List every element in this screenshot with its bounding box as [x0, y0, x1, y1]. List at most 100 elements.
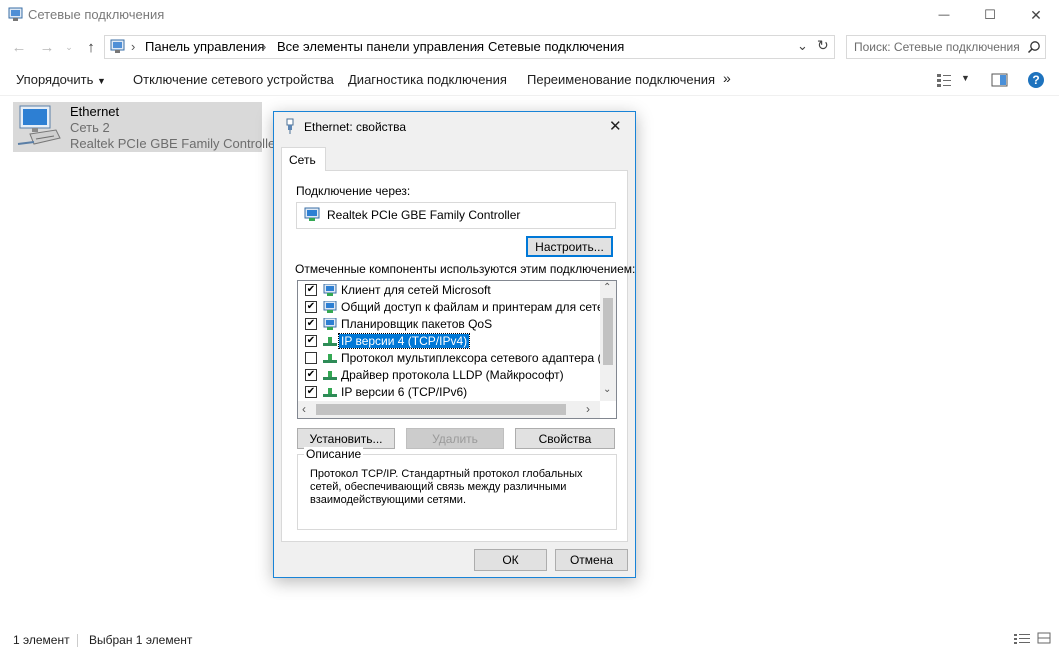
- horizontal-scrollbar[interactable]: ‹ ›: [298, 401, 600, 418]
- component-label: IP версии 6 (TCP/IPv6): [341, 385, 468, 399]
- component-label: Клиент для сетей Microsoft: [341, 283, 491, 297]
- protocol-icon: [323, 337, 337, 346]
- list-item[interactable]: ✔ IP версии 6 (TCP/IPv6): [298, 384, 600, 401]
- details-view-icon[interactable]: [1014, 633, 1030, 646]
- connection-name: Ethernet: [70, 104, 120, 119]
- search-input[interactable]: Поиск: Сетевые подключения: [846, 35, 1046, 59]
- configure-button[interactable]: Настроить...: [526, 236, 613, 257]
- rename-connection-button[interactable]: Переименование подключения: [527, 72, 715, 87]
- address-bar[interactable]: › Панель управления › Все элементы панел…: [104, 35, 835, 59]
- preview-pane-icon[interactable]: [991, 73, 1008, 87]
- description-title: Описание: [304, 447, 364, 461]
- diagnose-connection-button[interactable]: Диагностика подключения: [348, 72, 507, 87]
- recent-locations-chevron-icon[interactable]: ⌄: [62, 36, 76, 58]
- search-icon[interactable]: [1027, 40, 1041, 54]
- view-dropdown-arrow-icon[interactable]: ▼: [961, 73, 970, 83]
- ok-button[interactable]: ОК: [474, 549, 547, 571]
- properties-button[interactable]: Свойства: [515, 428, 615, 449]
- status-divider: [77, 634, 78, 647]
- install-button[interactable]: Установить...: [297, 428, 395, 449]
- adapter-name: Realtek PCIe GBE Family Controller: [327, 208, 521, 222]
- ethernet-connection-item[interactable]: Ethernet Сеть 2 Realtek PCIe GBE Family …: [13, 102, 280, 152]
- address-dropdown-chevron-icon[interactable]: ⌄: [797, 38, 808, 54]
- ethernet-properties-dialog: Ethernet: свойства ✕ Сеть Подключение че…: [273, 111, 636, 578]
- adapter-field: Realtek PCIe GBE Family Controller: [296, 202, 616, 229]
- cancel-button[interactable]: Отмена: [555, 549, 628, 571]
- ethernet-adapter-icon: [17, 105, 61, 145]
- description-group: Описание Протокол TCP/IP. Стандартный пр…: [297, 447, 617, 530]
- large-icons-view-icon[interactable]: [1037, 632, 1053, 646]
- close-window-button[interactable]: ✕: [1013, 0, 1059, 30]
- vertical-scrollbar[interactable]: ⌃ ⌄: [600, 281, 616, 401]
- component-label: Протокол мультиплексора сетевого адаптер…: [341, 351, 617, 365]
- network-adapter-icon: [304, 207, 320, 221]
- list-item[interactable]: Протокол мультиплексора сетевого адаптер…: [298, 350, 616, 367]
- up-arrow-icon[interactable]: ↑: [81, 36, 101, 58]
- refresh-icon[interactable]: ↻: [817, 37, 829, 54]
- component-checkbox[interactable]: ✔: [305, 386, 317, 398]
- list-item[interactable]: ✔ Общий доступ к файлам и принтерам для …: [298, 299, 616, 316]
- item-count: 1 элемент: [13, 633, 70, 647]
- list-item[interactable]: ✔ Планировщик пакетов QoS: [298, 316, 600, 333]
- breadcrumb-network-connections[interactable]: Сетевые подключения: [488, 39, 624, 54]
- disable-device-button[interactable]: Отключение сетевого устройства: [133, 72, 334, 87]
- list-item[interactable]: ✔ Клиент для сетей Microsoft: [298, 282, 600, 299]
- tab-network[interactable]: Сеть: [281, 147, 326, 171]
- network-service-icon: [323, 301, 337, 313]
- components-label: Отмеченные компоненты используются этим …: [295, 262, 636, 276]
- ethernet-plug-icon: [286, 118, 294, 134]
- more-commands-button[interactable]: »: [723, 70, 731, 86]
- maximize-button[interactable]: ☐: [967, 0, 1013, 30]
- network-tab-panel: Подключение через: Realtek PCIe GBE Fami…: [281, 170, 635, 542]
- change-view-icon[interactable]: [936, 73, 952, 87]
- component-label: Драйвер протокола LLDP (Майкрософт): [341, 368, 564, 382]
- components-list[interactable]: ✔ Клиент для сетей Microsoft ✔ Общий дос…: [297, 280, 617, 419]
- protocol-icon: [323, 388, 337, 397]
- component-checkbox[interactable]: [305, 352, 317, 364]
- description-text: Протокол TCP/IP. Стандартный протокол гл…: [310, 468, 583, 506]
- connect-using-label: Подключение через:: [296, 184, 411, 198]
- organize-button[interactable]: Упорядочить ▼: [16, 72, 106, 87]
- help-icon[interactable]: ?: [1027, 71, 1045, 89]
- network-client-icon: [323, 284, 337, 296]
- window-title: Сетевые подключения: [28, 7, 165, 22]
- list-item[interactable]: ✔ IP версии 4 (TCP/IPv4): [298, 333, 600, 350]
- dialog-title: Ethernet: свойства: [304, 120, 407, 134]
- dropdown-arrow-icon: ▼: [96, 76, 106, 86]
- connection-adapter: Realtek PCIe GBE Family Controller: [70, 136, 280, 151]
- protocol-icon: [323, 354, 337, 363]
- network-service-icon: [323, 318, 337, 330]
- command-bar: Упорядочить ▼ Отключение сетевого устрой…: [0, 64, 1059, 96]
- component-checkbox[interactable]: ✔: [305, 301, 317, 313]
- breadcrumb-separator-icon: ›: [474, 39, 479, 54]
- back-arrow-icon[interactable]: ←: [9, 36, 29, 58]
- component-checkbox[interactable]: ✔: [305, 369, 317, 381]
- close-dialog-button[interactable]: ✕: [609, 117, 622, 135]
- protocol-icon: [323, 371, 337, 380]
- component-label: Общий доступ к файлам и принтерам для се…: [341, 300, 617, 314]
- selected-count: Выбран 1 элемент: [89, 633, 193, 647]
- list-item[interactable]: ✔ Драйвер протокола LLDP (Майкрософт): [298, 367, 600, 384]
- network-connections-icon: [8, 7, 23, 21]
- scroll-down-chevron-icon[interactable]: ⌄: [603, 384, 611, 395]
- horizontal-scroll-thumb[interactable]: [316, 404, 566, 415]
- svg-text:?: ?: [1032, 73, 1039, 87]
- title-bar: Сетевые подключения — ☐ ✕: [0, 0, 1059, 30]
- breadcrumb-all-items[interactable]: Все элементы панели управления: [277, 39, 484, 54]
- component-label: Планировщик пакетов QoS: [341, 317, 493, 331]
- connection-network: Сеть 2: [70, 120, 110, 135]
- forward-arrow-icon[interactable]: →: [37, 36, 57, 58]
- component-checkbox[interactable]: ✔: [305, 284, 317, 296]
- breadcrumb-separator-icon: ›: [131, 39, 136, 54]
- search-placeholder: Поиск: Сетевые подключения: [854, 40, 1020, 54]
- scroll-left-chevron-icon[interactable]: ‹: [302, 402, 306, 416]
- uninstall-button: Удалить: [406, 428, 504, 449]
- component-label-selected: IP версии 4 (TCP/IPv4): [337, 333, 471, 349]
- breadcrumb-control-panel[interactable]: Панель управления: [145, 39, 264, 54]
- vertical-scroll-thumb[interactable]: [603, 298, 613, 365]
- scroll-up-chevron-icon[interactable]: ⌃: [603, 282, 611, 293]
- component-checkbox[interactable]: ✔: [305, 318, 317, 330]
- minimize-button[interactable]: —: [921, 0, 967, 30]
- scroll-right-chevron-icon[interactable]: ›: [586, 402, 590, 416]
- component-checkbox[interactable]: ✔: [305, 335, 317, 347]
